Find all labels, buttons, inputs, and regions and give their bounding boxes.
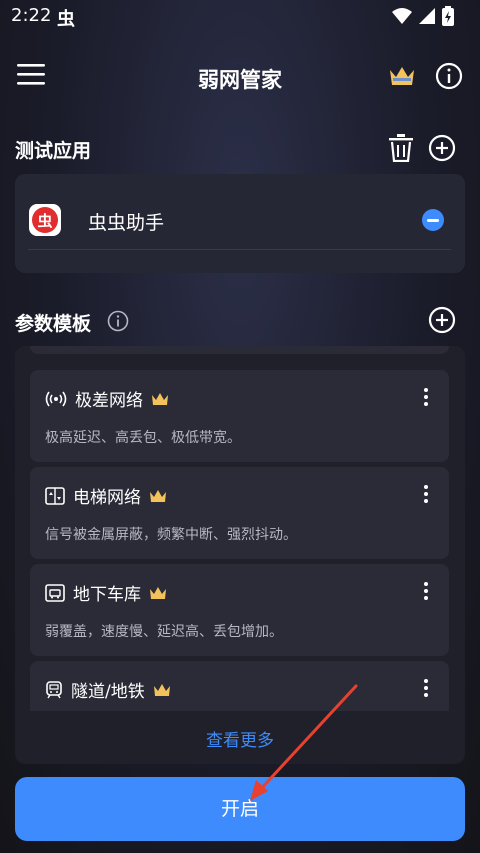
template-header: 隧道/地铁 <box>45 677 171 702</box>
add-app-icon[interactable] <box>428 134 456 162</box>
app-notification-icon: 虫 <box>57 9 75 30</box>
template-name: 地下车库 <box>73 585 141 605</box>
svg-text:虫: 虫 <box>37 212 52 230</box>
vip-crown-icon <box>153 683 170 696</box>
cell-signal-icon <box>419 8 435 24</box>
templates-info-icon[interactable] <box>107 310 129 332</box>
info-icon[interactable] <box>435 62 463 90</box>
app-toolbar: 弱网管家 <box>0 52 480 102</box>
template-header: 电梯网络 <box>45 483 167 508</box>
app-logo-icon: 虫 <box>29 204 61 236</box>
add-template-icon[interactable] <box>428 306 456 334</box>
template-desc: 信号被金属屏蔽，频繁中断、强烈抖动。 <box>45 527 297 543</box>
template-desc: 弱覆盖，速度慢、延迟高、丢包增加。 <box>45 624 283 640</box>
vip-crown-icon <box>150 489 166 502</box>
more-options-icon[interactable] <box>423 582 429 604</box>
trash-icon[interactable] <box>388 134 414 162</box>
remove-app-button[interactable] <box>422 209 444 231</box>
view-more-link[interactable]: 查看更多 <box>15 726 465 751</box>
more-options-icon[interactable] <box>423 388 429 410</box>
template-card[interactable]: 极差网络 极高延迟、高丢包、极低带宽。 <box>30 370 449 462</box>
template-card[interactable]: 隧道/地铁 <box>30 661 449 711</box>
subway-icon <box>46 680 62 698</box>
garage-icon <box>45 583 65 602</box>
vip-crown-icon <box>150 586 166 599</box>
status-indicators <box>392 6 454 26</box>
template-desc: 极高延迟、高丢包、极低带宽。 <box>45 430 241 446</box>
divider <box>28 249 451 250</box>
start-button[interactable]: 开启 <box>15 777 465 841</box>
template-name: 电梯网络 <box>73 488 141 508</box>
template-card[interactable]: 地下车库 弱覆盖，速度慢、延迟高、丢包增加。 <box>30 564 449 656</box>
more-options-icon[interactable] <box>423 485 429 507</box>
vip-crown-icon <box>152 392 168 405</box>
templates-title: 参数模板 <box>15 313 92 335</box>
template-name: 极差网络 <box>75 391 143 411</box>
battery-icon <box>442 6 454 26</box>
signal-icon <box>45 391 67 406</box>
more-options-icon[interactable] <box>423 679 429 701</box>
status-bar: 2:22 虫 <box>0 0 480 34</box>
test-app-name: 虫虫助手 <box>88 212 165 234</box>
vip-crown-icon[interactable] <box>388 64 416 88</box>
test-apps-title: 测试应用 <box>15 140 92 162</box>
template-header: 极差网络 <box>45 386 169 411</box>
wifi-icon <box>392 8 412 24</box>
template-header: 地下车库 <box>45 580 167 605</box>
elevator-icon <box>45 486 65 505</box>
template-card[interactable]: 电梯网络 信号被金属屏蔽，频繁中断、强烈抖动。 <box>30 467 449 559</box>
template-card[interactable] <box>30 346 449 354</box>
test-apps-card: 虫 虫虫助手 <box>15 174 465 273</box>
templates-panel: 极差网络 极高延迟、高丢包、极低带宽。 电梯网络 信号被金属屏蔽，频繁中断、强烈… <box>15 346 465 764</box>
status-time: 2:22 <box>11 5 52 26</box>
template-name: 隧道/地铁 <box>71 682 145 702</box>
